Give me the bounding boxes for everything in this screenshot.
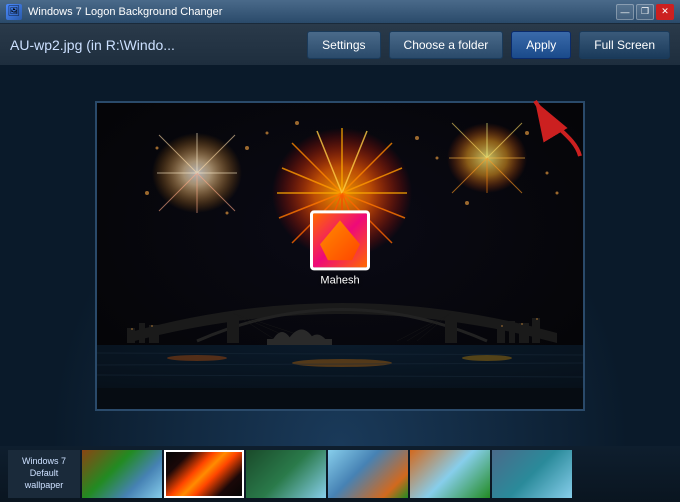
thumbnail-6[interactable] — [492, 450, 572, 498]
toolbar: AU-wp2.jpg (in R:\Windo... Settings Choo… — [0, 24, 680, 66]
app-icon: 🖼 — [6, 4, 22, 20]
user-avatar-box — [310, 210, 370, 270]
settings-button[interactable]: Settings — [307, 31, 380, 59]
choose-folder-button[interactable]: Choose a folder — [389, 31, 504, 59]
thumbnail-label-text: Windows 7Defaultwallpaper — [22, 456, 66, 491]
thumbnail-4[interactable] — [328, 450, 408, 498]
title-bar-text: Windows 7 Logon Background Changer — [28, 6, 610, 18]
thumbnail-5[interactable] — [410, 450, 490, 498]
restore-button[interactable]: ❐ — [636, 4, 654, 20]
fullscreen-button[interactable]: Full Screen — [579, 31, 670, 59]
apply-button[interactable]: Apply — [511, 31, 571, 59]
thumbnail-2-selected[interactable] — [164, 450, 244, 498]
close-button[interactable]: ✕ — [656, 4, 674, 20]
minimize-button[interactable]: — — [616, 4, 634, 20]
thumbnail-default[interactable]: Windows 7Defaultwallpaper — [8, 450, 80, 498]
filename-label: AU-wp2.jpg (in R:\Windo... — [10, 37, 299, 53]
thumbnail-3[interactable] — [246, 450, 326, 498]
main-content: Mahesh — [0, 66, 680, 446]
thumbnail-1[interactable] — [82, 450, 162, 498]
user-icon-container: Mahesh — [310, 210, 370, 286]
user-name-label: Mahesh — [320, 274, 359, 286]
user-avatar-image — [320, 220, 360, 260]
preview-area: Mahesh — [95, 101, 585, 411]
title-bar: 🖼 Windows 7 Logon Background Changer — ❐… — [0, 0, 680, 24]
thumbnail-strip: Windows 7Defaultwallpaper — [0, 446, 680, 502]
thumbnail-label-container: Windows 7Defaultwallpaper — [8, 450, 80, 498]
title-bar-controls: — ❐ ✕ — [616, 4, 674, 20]
